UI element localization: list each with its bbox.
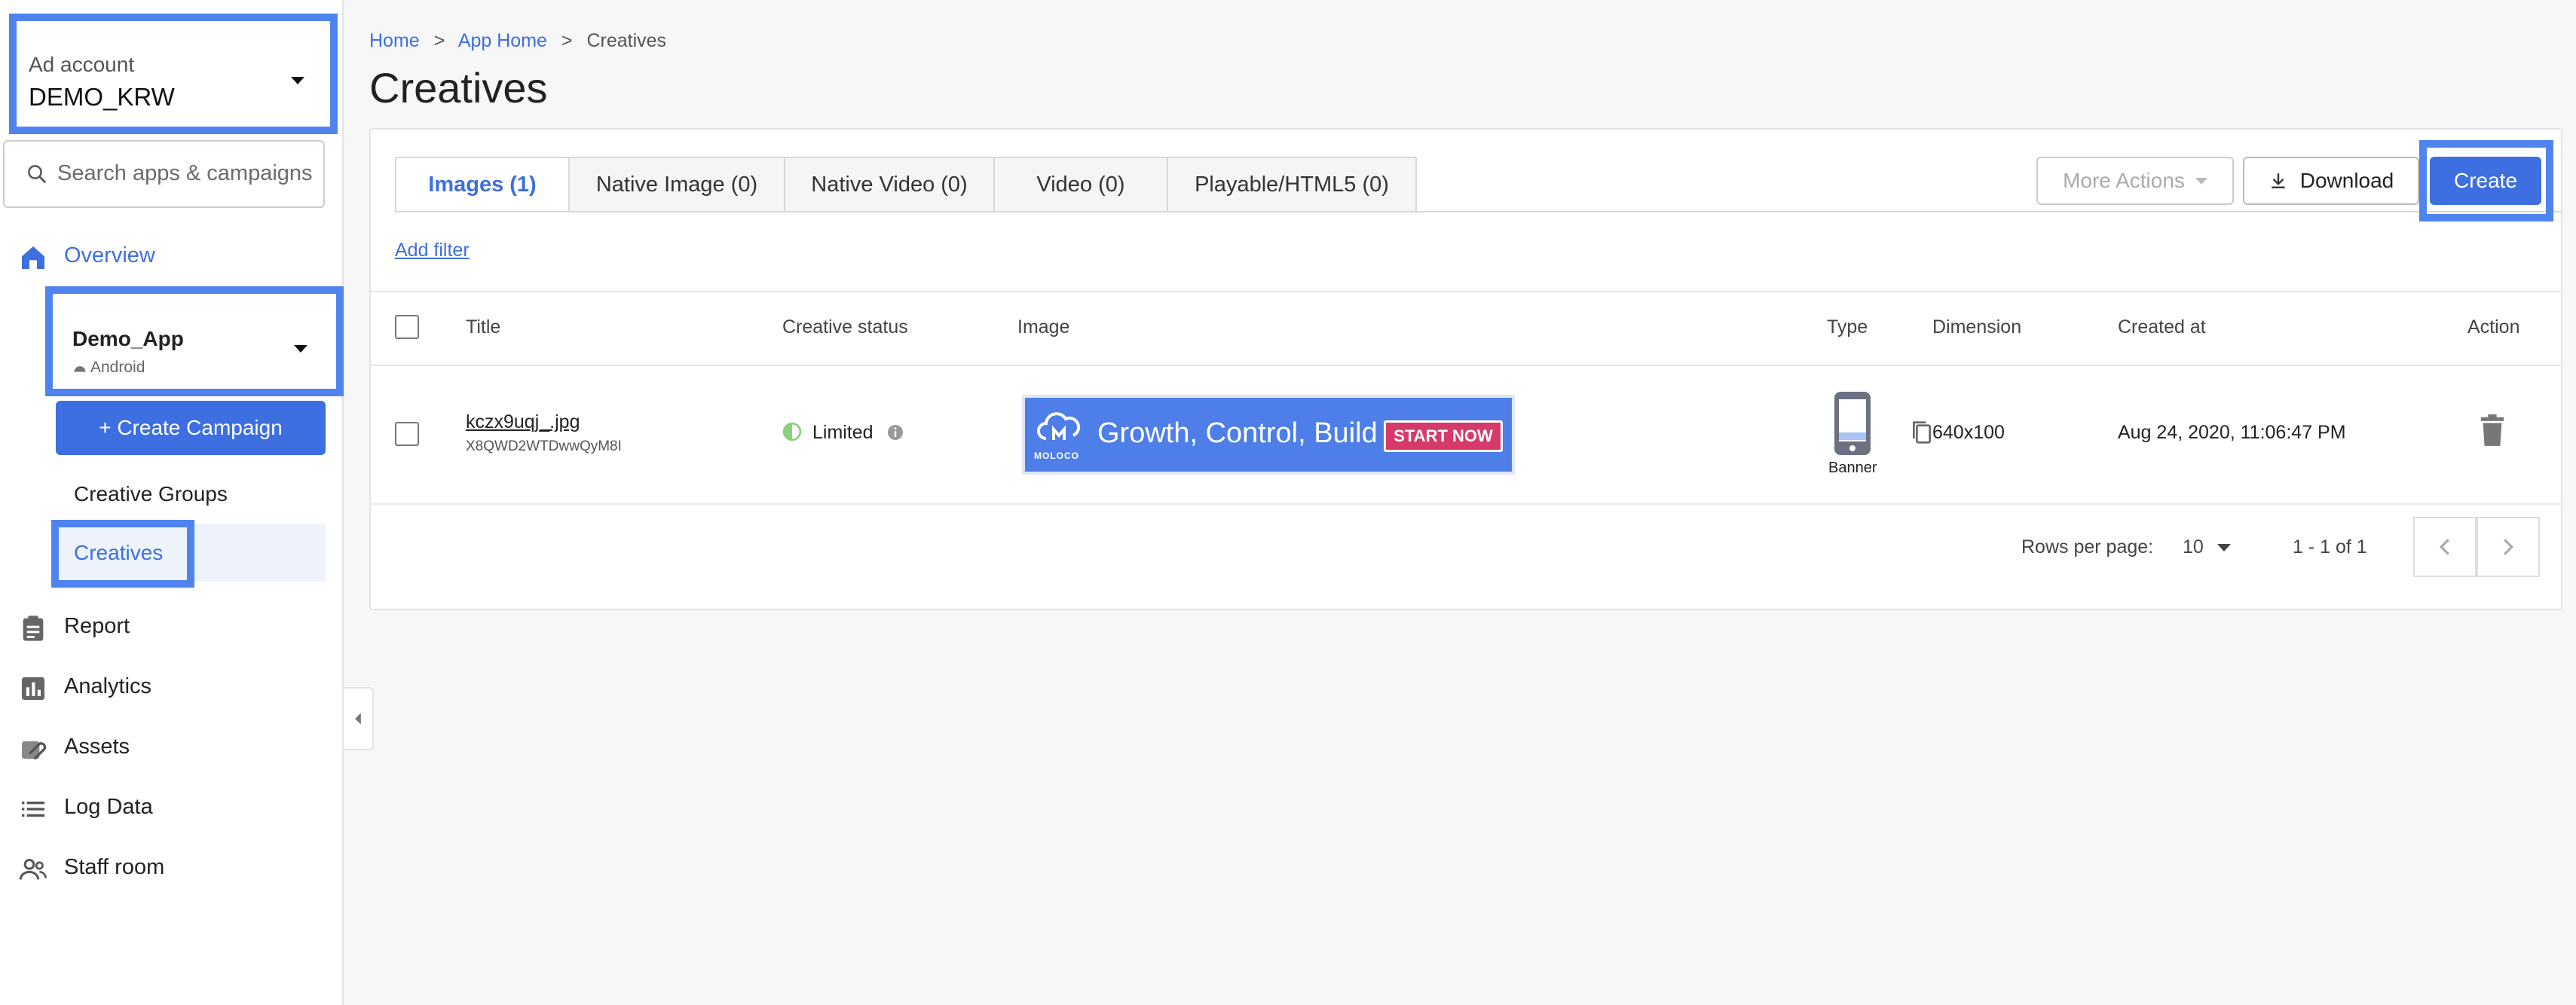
creative-dimension: 640x100	[1932, 422, 2005, 443]
tab-native-video[interactable]: Native Video (0)	[784, 157, 993, 212]
download-icon	[2272, 173, 2285, 188]
chevron-down-icon	[2195, 177, 2207, 185]
more-actions-label: More Actions	[2063, 169, 2185, 192]
next-page-button[interactable]	[2477, 517, 2540, 577]
banner-brand: MOLOCO	[1034, 451, 1079, 461]
creative-image-preview[interactable]: MOLOCO Growth, Control, Build START NOW	[1022, 395, 1515, 475]
pagination-range: 1 - 1 of 1	[2293, 536, 2367, 557]
status-limited-icon	[782, 422, 802, 441]
tabs-divider	[395, 211, 2562, 212]
sidebar-item-label: Overview	[64, 243, 155, 267]
creative-created-at: Aug 24, 2020, 11:06:47 PM	[2118, 422, 2346, 443]
sidebar: Ad account DEMO_KRW Overview Demo_App An…	[0, 0, 344, 1005]
app-selector[interactable]: Demo_App Android	[45, 286, 344, 396]
breadcrumb-separator: >	[433, 30, 445, 51]
android-icon	[74, 366, 86, 372]
sidebar-item-label: Analytics	[64, 674, 152, 698]
sidebar-item-analytics[interactable]: Analytics	[0, 661, 344, 711]
sidebar-item-label: Staff room	[64, 855, 165, 879]
column-header-status[interactable]: Creative status	[782, 316, 908, 338]
banner-cta: START NOW	[1384, 420, 1503, 452]
add-filter-link[interactable]: Add filter	[395, 240, 470, 261]
creative-id: X8QWD2WTDwwQyM8I	[466, 438, 622, 454]
ad-account-selector[interactable]: Ad account DEMO_KRW	[9, 14, 338, 134]
divider	[371, 365, 2561, 366]
tab-video[interactable]: Video (0)	[993, 157, 1167, 212]
tab-images[interactable]: Images (1)	[395, 157, 568, 212]
clipboard-icon	[23, 616, 44, 641]
create-button[interactable]: Create	[2430, 157, 2541, 205]
create-campaign-button[interactable]: + Create Campaign	[56, 401, 326, 455]
copy-icon[interactable]	[1910, 419, 1934, 446]
download-button[interactable]: Download	[2243, 157, 2419, 205]
chevron-left-icon	[355, 713, 361, 725]
trash-icon[interactable]	[2478, 413, 2507, 448]
tab-playable-html5[interactable]: Playable/HTML5 (0)	[1167, 157, 1417, 212]
sidebar-item-label: Log Data	[64, 795, 153, 819]
moloco-cloud-logo-icon	[1037, 412, 1081, 440]
collapse-sidebar-button[interactable]	[344, 687, 374, 750]
people-icon	[19, 859, 47, 880]
search-box[interactable]	[3, 140, 325, 208]
sidebar-item-log-data[interactable]: Log Data	[0, 782, 344, 832]
creative-type-tabs: Images (1) Native Image (0) Native Video…	[395, 157, 1417, 212]
mobile-device-icon	[1834, 392, 1871, 455]
creatives-panel: Images (1) Native Image (0) Native Video…	[369, 128, 2562, 610]
bar-chart-icon	[22, 677, 44, 700]
column-header-image: Image	[1017, 316, 1070, 338]
breadcrumb: Home > App Home > Creatives	[369, 30, 666, 52]
sidebar-item-label: Creatives	[74, 541, 164, 564]
sidebar-item-creative-groups[interactable]: Creative Groups	[74, 482, 228, 506]
info-icon[interactable]	[886, 423, 904, 441]
rows-per-page-select[interactable]: 10	[2183, 529, 2243, 564]
home-icon	[22, 246, 44, 269]
select-all-checkbox[interactable]	[395, 315, 419, 339]
chevron-left-icon	[2439, 539, 2449, 555]
banner-headline: Growth, Control, Build	[1097, 417, 1378, 449]
divider	[371, 503, 2561, 505]
creative-type: Banner	[1828, 460, 1877, 476]
row-checkbox[interactable]	[395, 422, 419, 446]
rows-per-page-value: 10	[2183, 536, 2204, 557]
page-title: Creatives	[369, 64, 548, 111]
breadcrumb-separator: >	[561, 30, 573, 51]
chevron-down-icon	[294, 345, 307, 353]
app-platform: Android	[90, 359, 145, 376]
breadcrumb-home[interactable]: Home	[369, 30, 420, 51]
ad-account-value: DEMO_KRW	[29, 83, 175, 111]
column-header-dimension[interactable]: Dimension	[1932, 316, 2021, 338]
status-badge: Limited	[812, 422, 873, 443]
sidebar-item-label: Assets	[64, 735, 130, 759]
sidebar-item-assets[interactable]: Assets	[0, 722, 344, 771]
rows-per-page-label: Rows per page:	[2021, 536, 2154, 557]
paperclip-icon	[22, 741, 47, 760]
search-icon	[28, 165, 47, 184]
breadcrumb-current: Creatives	[586, 30, 667, 51]
column-header-created-at[interactable]: Created at	[2118, 316, 2206, 338]
app-name: Demo_App	[72, 327, 184, 350]
search-input[interactable]	[57, 161, 317, 186]
list-icon	[22, 802, 44, 817]
sidebar-item-overview[interactable]: Overview	[0, 231, 344, 280]
tab-native-image[interactable]: Native Image (0)	[568, 157, 784, 212]
breadcrumb-app-home[interactable]: App Home	[458, 30, 547, 51]
creative-title-link[interactable]: kczx9uqj_.jpg	[466, 411, 580, 433]
previous-page-button[interactable]	[2413, 517, 2477, 577]
more-actions-button[interactable]: More Actions	[2036, 157, 2234, 205]
column-header-title[interactable]: Title	[466, 316, 500, 338]
sidebar-item-creatives[interactable]: Creatives	[51, 520, 194, 588]
sidebar-item-label: Report	[64, 614, 130, 638]
divider	[371, 291, 2561, 292]
ad-account-label: Ad account	[29, 53, 135, 76]
chevron-right-icon	[2504, 539, 2514, 555]
sidebar-item-staff-room[interactable]: Staff room	[0, 842, 344, 892]
download-label: Download	[2299, 169, 2394, 192]
chevron-down-icon	[2217, 544, 2231, 551]
sidebar-item-report[interactable]: Report	[0, 601, 344, 651]
chevron-down-icon	[291, 77, 304, 84]
column-header-action: Action	[2467, 316, 2520, 338]
column-header-type[interactable]: Type	[1827, 316, 1868, 338]
